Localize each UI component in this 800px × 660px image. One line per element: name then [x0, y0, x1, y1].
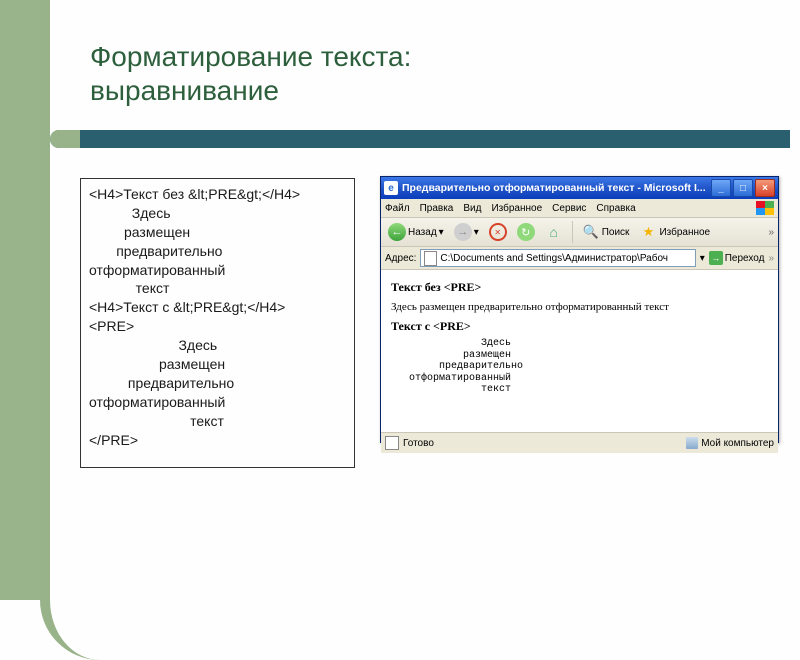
status-text: Готово: [403, 438, 434, 449]
address-label: Адрес:: [385, 253, 416, 264]
rendered-paragraph: Здесь размещен предварительно отформатир…: [391, 301, 768, 313]
menu-view[interactable]: Вид: [463, 203, 481, 214]
back-arrow-icon: ←: [388, 223, 406, 241]
slide-title: Форматирование текста: выравнивание: [90, 40, 411, 107]
security-zone: Мой компьютер: [686, 437, 774, 449]
links-overflow-icon[interactable]: »: [768, 253, 774, 264]
toolbar-favorites-button[interactable]: ★ Избранное: [636, 221, 713, 243]
address-input[interactable]: C:\Documents and Settings\Администратор\…: [420, 249, 695, 267]
address-path: C:\Documents and Settings\Администратор\…: [440, 253, 668, 264]
window-minimize-button[interactable]: _: [711, 179, 731, 197]
search-icon: 🔍: [582, 223, 600, 241]
status-done-icon: [385, 436, 399, 450]
address-dropdown-icon[interactable]: ▾: [700, 253, 705, 264]
go-button[interactable]: → Переход: [709, 251, 765, 265]
toolbar-back-button[interactable]: ← Назад ▾: [385, 221, 447, 243]
ie-browser-window: e Предварительно отформатированный текст…: [380, 176, 779, 443]
back-label: Назад: [408, 227, 437, 238]
html-source-text: <H4>Текст без &lt;PRE&gt;</H4> Здесь раз…: [89, 185, 346, 449]
menu-file[interactable]: Файл: [385, 203, 410, 214]
zone-label: Мой компьютер: [701, 438, 774, 449]
toolbar-forward-button[interactable]: → ▾: [451, 221, 482, 243]
toolbar-refresh-button[interactable]: ↻: [514, 221, 538, 243]
menu-edit[interactable]: Правка: [420, 203, 454, 214]
ie-content-area: Текст без <PRE> Здесь размещен предварит…: [381, 270, 778, 432]
refresh-icon: ↻: [517, 223, 535, 241]
rendered-heading-1: Текст без <PRE>: [391, 280, 768, 295]
ie-addressbar: Адрес: C:\Documents and Settings\Админис…: [381, 247, 778, 270]
search-label: Поиск: [602, 227, 630, 238]
ie-title-text: Предварительно отформатированный текст -…: [402, 182, 711, 194]
title-line2: выравнивание: [90, 74, 411, 108]
go-arrow-icon: →: [709, 251, 723, 265]
rendered-pre-block: Здесь размещен предварительно отформатир…: [391, 338, 768, 396]
my-computer-icon: [686, 437, 698, 449]
ie-app-icon: e: [384, 181, 398, 195]
menu-help[interactable]: Справка: [596, 203, 635, 214]
favorites-label: Избранное: [659, 227, 710, 238]
slide-title-band: [50, 130, 790, 148]
windows-flag-icon: [756, 201, 774, 215]
window-close-button[interactable]: ×: [755, 179, 775, 197]
ie-titlebar[interactable]: e Предварительно отформатированный текст…: [381, 177, 778, 199]
toolbar-home-button[interactable]: ⌂: [542, 221, 566, 243]
go-label: Переход: [725, 253, 765, 264]
forward-arrow-icon: →: [454, 223, 472, 241]
ie-toolbar: ← Назад ▾ → ▾ ✕ ↻ ⌂ 🔍 Поиск ★ Избранное …: [381, 218, 778, 247]
rendered-heading-2: Текст с <PRE>: [391, 319, 768, 334]
stop-icon: ✕: [489, 223, 507, 241]
menu-tools[interactable]: Сервис: [552, 203, 586, 214]
document-icon: [424, 251, 437, 266]
home-icon: ⌂: [545, 223, 563, 241]
ie-menubar: Файл Правка Вид Избранное Сервис Справка: [381, 199, 778, 218]
toolbar-search-button[interactable]: 🔍 Поиск: [579, 221, 633, 243]
fwd-dropdown-icon: ▾: [474, 227, 479, 238]
window-maximize-button[interactable]: □: [733, 179, 753, 197]
back-dropdown-icon: ▾: [439, 227, 444, 238]
favorites-star-icon: ★: [639, 223, 657, 241]
ie-statusbar: Готово Мой компьютер: [381, 432, 778, 453]
html-source-box: <H4>Текст без &lt;PRE&gt;</H4> Здесь раз…: [80, 178, 355, 468]
toolbar-separator: [572, 221, 573, 243]
toolbar-stop-button[interactable]: ✕: [486, 221, 510, 243]
toolbar-overflow-icon[interactable]: »: [768, 227, 774, 238]
menu-favorites[interactable]: Избранное: [491, 203, 542, 214]
title-line1: Форматирование текста:: [90, 40, 411, 74]
